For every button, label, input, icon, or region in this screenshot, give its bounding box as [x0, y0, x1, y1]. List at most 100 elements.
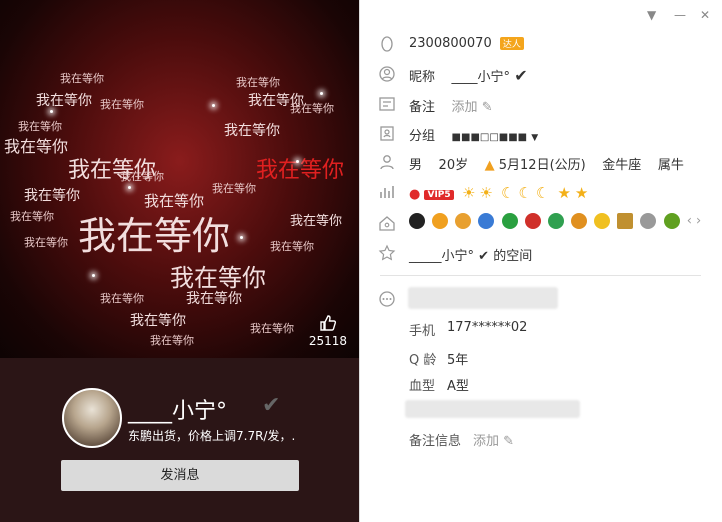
- zodiac: 金牛座: [602, 158, 642, 173]
- level-star-icon: ★★: [557, 184, 593, 202]
- penguin-vip-icon: ●: [409, 187, 421, 202]
- heart-text: 我在等你: [60, 72, 104, 85]
- remark-label: 备注: [409, 100, 436, 115]
- blurred-field: [405, 400, 580, 418]
- verified-check-icon: ✔: [478, 249, 490, 264]
- heart-text: 我在等你: [10, 210, 54, 223]
- group-label: 分组: [409, 129, 436, 144]
- group-row: 分组 ■■■□□■■■ ▼: [359, 123, 722, 145]
- prev-arrow-icon[interactable]: ‹: [687, 214, 692, 229]
- group-dropdown[interactable]: ■■■□□■■■ ▼: [452, 129, 539, 144]
- heart-text: 我在等你: [24, 236, 68, 249]
- daren-badge[interactable]: 达人: [499, 37, 524, 50]
- next-arrow-icon[interactable]: ›: [696, 214, 701, 229]
- sparkle: [212, 104, 215, 107]
- like-button[interactable]: 25118: [309, 314, 347, 348]
- heart-text: 我在等你: [144, 192, 205, 210]
- nickname-row: 昵称 ____小宁° ✔: [359, 64, 722, 86]
- heart-text: 我在等你: [236, 76, 280, 89]
- add-remark-link[interactable]: 添加: [452, 100, 478, 115]
- space-link[interactable]: _____小宁° ✔ 的空间: [409, 245, 532, 264]
- group-icon: [380, 126, 394, 141]
- heart-text: 我在等你: [270, 240, 314, 253]
- level-moon-icon: ☾☾☾: [500, 184, 554, 202]
- sparkle: [296, 160, 299, 163]
- gold-star-badge-icon[interactable]: [594, 213, 611, 229]
- blood-type-value: A型: [447, 379, 469, 394]
- pet-badge-icon[interactable]: [455, 213, 472, 229]
- star-badge-icon[interactable]: [478, 213, 495, 229]
- heart-text: 我在等你: [100, 98, 144, 111]
- sparkle: [92, 274, 95, 277]
- level-chart-icon: [380, 186, 394, 198]
- money-badge-icon[interactable]: [663, 213, 680, 229]
- person-basic-icon: [380, 155, 394, 170]
- person-icon: [379, 66, 395, 82]
- heart-text: 我在等你: [4, 137, 69, 156]
- heart-text: 我在等你: [150, 334, 194, 347]
- signature-text: 东鹏出货，价格上调7.7R/发，.: [128, 429, 296, 443]
- add-remark-info-link[interactable]: 添加 ✎: [473, 430, 514, 449]
- diamond-badge-icon[interactable]: [640, 213, 657, 229]
- heart-text: 我在等你: [24, 188, 80, 204]
- close-icon[interactable]: ✕: [700, 8, 710, 22]
- qq-number-row: 2300800070 达人: [359, 34, 722, 56]
- sparkle: [240, 236, 243, 239]
- space-row: _____小宁° ✔ 的空间: [359, 243, 722, 265]
- age: 20岁: [438, 158, 469, 173]
- penguin-icon: [381, 36, 393, 52]
- heart-text: 我在等你: [36, 93, 92, 109]
- heart-text: 我在等你: [78, 214, 231, 258]
- vip-badge[interactable]: VIP5: [424, 189, 454, 200]
- heart-text: 我在等你: [18, 120, 62, 133]
- level-sun-icon: ☀☀: [461, 184, 497, 202]
- remark-row: 备注 添加 ✎: [359, 94, 722, 116]
- heart-text: 我在等你: [130, 313, 186, 329]
- remark-info-label: 备注信息: [409, 434, 462, 449]
- menu-dropdown-icon[interactable]: ▼: [647, 8, 656, 22]
- basic-info-row: 男 20岁 ▲ 5月12日(公历) 金牛座 属牛: [359, 152, 722, 174]
- thumbs-up-icon: [320, 315, 336, 331]
- edit-pencil-icon: ✎: [503, 434, 515, 449]
- heart-text: 我在等你: [256, 158, 345, 183]
- phone-label: 手机: [409, 324, 436, 339]
- verified-check-icon: ✔: [514, 66, 528, 85]
- verified-check-icon: ✔: [262, 393, 281, 418]
- heart-text: 我在等你: [290, 102, 334, 115]
- profile-left-panel: 我在等你 我在等你 我在等你 我在等你 我在等你 我在等你 我在等你 我在等你 …: [0, 0, 359, 522]
- like-count: 25118: [308, 334, 347, 348]
- birthday-cake-icon: ▲: [484, 158, 495, 173]
- qage-label: Q 龄: [409, 353, 437, 368]
- music-badge-icon[interactable]: [547, 213, 564, 229]
- card-badge-icon[interactable]: [617, 213, 634, 229]
- chevron-down-icon: ▼: [531, 133, 539, 143]
- heart-text: 我在等你: [224, 123, 280, 139]
- qage-value: 5年: [447, 353, 469, 368]
- send-message-button[interactable]: 发消息: [61, 460, 299, 491]
- heart-text: 我在等你: [120, 170, 164, 183]
- profile-nickname: ____小宁°: [128, 399, 228, 424]
- star-outline-icon: [378, 244, 396, 261]
- game-badge-icon[interactable]: [570, 213, 587, 229]
- chinese-zodiac: 属牛: [657, 158, 684, 173]
- qq-badge-icon[interactable]: [409, 213, 425, 229]
- gender: 男: [409, 158, 423, 173]
- avatar[interactable]: [62, 388, 122, 448]
- nickname-label: 昵称: [409, 70, 436, 85]
- green-diamond-badge-icon[interactable]: [501, 213, 518, 229]
- minimize-icon[interactable]: —: [674, 8, 686, 22]
- house-icon: [379, 216, 395, 231]
- cover-image: 我在等你 我在等你 我在等你 我在等你 我在等你 我在等你 我在等你 我在等你 …: [0, 0, 359, 358]
- blurred-field: [408, 287, 558, 309]
- phone-value: 177******02: [447, 320, 528, 335]
- edit-pencil-icon[interactable]: ✎: [482, 100, 493, 115]
- heart-text: 我在等你: [100, 292, 144, 305]
- face-badge-icon[interactable]: [432, 213, 449, 229]
- red-diamond-badge-icon[interactable]: [524, 213, 541, 229]
- heart-text: 我在等你: [290, 214, 343, 229]
- level-row: ● VIP5 ☀☀ ☾☾☾ ★★: [359, 182, 722, 204]
- badges-row: ‹ ›: [359, 213, 722, 235]
- birthday: 5月12日(公历): [498, 158, 586, 173]
- sparkle: [320, 92, 323, 95]
- sparkle: [128, 186, 131, 189]
